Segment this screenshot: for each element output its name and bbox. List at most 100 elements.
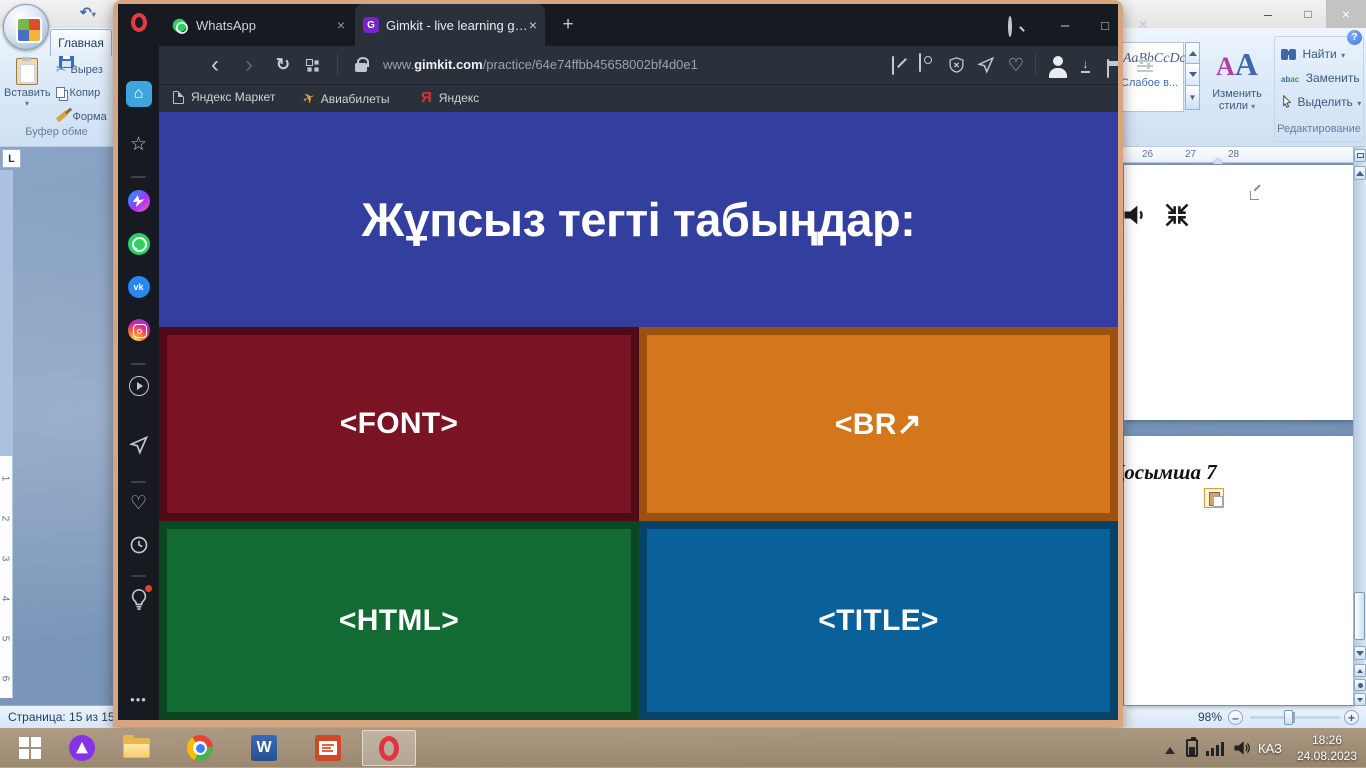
taskbar-word-button[interactable]: W <box>240 730 288 766</box>
search-icon <box>1008 16 1012 37</box>
sidebar-item-speed-dial[interactable]: ☆ <box>118 133 159 156</box>
sidebar-item-history[interactable] <box>118 535 159 555</box>
ruler-toggle-button[interactable] <box>1354 149 1366 162</box>
word-minimize-button[interactable]: – <box>1248 0 1288 28</box>
snapshot-button[interactable] <box>919 53 921 72</box>
search-tabs-button[interactable] <box>1008 16 1012 37</box>
zoom-level[interactable]: 98% <box>1198 710 1222 724</box>
tray-clock[interactable]: 18:26 24.08.2023 <box>1292 732 1362 764</box>
find-button[interactable]: Найти ▾ <box>1281 45 1345 63</box>
back-button[interactable]: ‹ <box>201 50 229 80</box>
whatsapp-tab-icon <box>172 18 188 34</box>
styles-more-button[interactable]: ▼ <box>1185 86 1200 110</box>
bookmark-yandex-market[interactable]: Яндекс Маркет <box>173 90 275 104</box>
downloads-button[interactable]: ↓ <box>1081 55 1090 73</box>
taskbar-chrome-button[interactable] <box>176 730 224 766</box>
styles-scroll-down-button[interactable] <box>1185 64 1200 86</box>
url-prefix: www. <box>383 57 415 72</box>
copy-button[interactable]: Копир <box>56 83 100 101</box>
page-indicator[interactable]: Страница: 15 из 15 <box>8 710 115 724</box>
new-tab-button[interactable]: + <box>555 12 581 38</box>
tab-whatsapp[interactable]: WhatsApp × <box>163 4 353 46</box>
adblock-button[interactable] <box>948 56 965 79</box>
answer-tile-title[interactable]: <TITLE> <box>639 521 1118 720</box>
opera-icon <box>379 735 399 761</box>
vruler-1: 1 <box>0 475 11 482</box>
copy-icon <box>56 87 65 98</box>
tray-hidden-icons-button[interactable] <box>1158 728 1182 768</box>
sidebar-item-messenger[interactable] <box>118 190 159 212</box>
sidebar-item-bookmarks[interactable]: ♡ <box>118 492 159 515</box>
document-page-2: Қосымша 7 <box>1110 436 1353 705</box>
styles-scroll-up-button[interactable] <box>1185 42 1200 64</box>
help-button[interactable]: ? <box>1347 30 1362 45</box>
format-painter-button[interactable]: Форма <box>55 107 107 125</box>
change-styles-label1: Изменить <box>1212 88 1262 100</box>
address-bar[interactable]: www.gimkit.com/practice/64e74ffbb4565800… <box>383 57 698 72</box>
tab-close-icon[interactable]: × <box>529 17 537 33</box>
tray-language[interactable]: КАЗ <box>1258 728 1282 768</box>
dialog-launcher-icon[interactable] <box>1250 191 1259 200</box>
tray-battery[interactable] <box>1186 737 1198 757</box>
heart-icon: ♡ <box>1007 54 1025 75</box>
tray-network[interactable] <box>1206 742 1226 756</box>
word-tab-home[interactable]: Главная <box>50 29 112 56</box>
answer-tile-html[interactable]: <HTML> <box>159 521 639 720</box>
battery-saver-button[interactable] <box>1107 59 1109 78</box>
change-styles-button[interactable]: АА Изменить стили ▾ <box>1204 46 1270 112</box>
taskbar-powerpoint-button[interactable] <box>304 730 352 766</box>
taskbar-alice-button[interactable] <box>58 730 106 766</box>
next-page-button[interactable] <box>1354 693 1366 706</box>
vertical-ruler: 1 2 3 4 5 6 <box>0 456 13 698</box>
sidebar-item-my-flow[interactable] <box>118 435 159 455</box>
window-close-button[interactable]: × <box>1125 4 1161 46</box>
zoom-slider-thumb[interactable] <box>1284 710 1293 725</box>
tray-volume[interactable] <box>1232 738 1252 763</box>
sidebar-item-instagram[interactable] <box>118 319 159 341</box>
forward-button[interactable]: › <box>235 50 263 80</box>
sidebar-item-whats-new[interactable] <box>118 585 159 616</box>
bookmark-yandex[interactable]: Я Яндекс <box>421 89 479 106</box>
sidebar-item-whatsapp[interactable] <box>118 233 159 255</box>
replace-button[interactable]: abac Заменить <box>1281 69 1360 87</box>
zoom-slider-track[interactable] <box>1250 716 1340 719</box>
indent-marker-icon[interactable] <box>1213 153 1223 164</box>
select-button[interactable]: Выделить ▾ <box>1281 93 1361 111</box>
bookmark-page-button[interactable]: ♡ <box>1004 52 1028 78</box>
editing-group-label: Редактирование <box>1277 123 1361 135</box>
chrome-icon <box>187 735 213 761</box>
my-flow-button[interactable] <box>977 56 995 79</box>
messenger-icon <box>127 190 150 212</box>
zoom-out-button[interactable]: – <box>1228 710 1243 725</box>
tab-stop-selector[interactable]: L <box>2 149 21 168</box>
word-restore-button[interactable]: □ <box>1288 0 1328 28</box>
reload-button[interactable]: ↻ <box>269 50 297 80</box>
previous-page-button[interactable] <box>1354 664 1366 677</box>
cut-button[interactable]: ✂ Вырез <box>56 60 103 78</box>
taskbar-opera-button[interactable] <box>362 730 416 766</box>
sidebar-item-vk[interactable]: vk <box>118 276 159 298</box>
window-minimize-button[interactable]: – <box>1047 4 1083 46</box>
paste-options-button[interactable] <box>1204 488 1224 508</box>
select-browse-object-button[interactable] <box>1354 679 1366 691</box>
undo-icon[interactable]: ↶▾ <box>80 4 96 21</box>
paste-button[interactable]: Вставить ▾ <box>4 57 51 108</box>
answer-tile-br[interactable]: <BR↗ <box>639 327 1118 521</box>
taskbar-explorer-button[interactable] <box>112 730 160 766</box>
scroll-up-button[interactable] <box>1354 166 1366 180</box>
scrollbar-thumb[interactable] <box>1354 592 1365 640</box>
window-maximize-button[interactable]: □ <box>1087 4 1123 46</box>
office-button[interactable] <box>3 4 49 50</box>
tab-close-icon[interactable]: × <box>337 17 345 33</box>
tab-gimkit-active[interactable]: G Gimkit - live learning game × <box>355 4 545 46</box>
bookmark-aviabilety[interactable]: ✈ Авиабилеты <box>300 88 390 107</box>
sidebar-item-start-page[interactable]: ⌂ <box>118 81 159 107</box>
easy-setup-pin-button[interactable] <box>892 56 894 75</box>
scroll-down-button[interactable] <box>1354 646 1366 660</box>
zoom-in-button[interactable]: + <box>1344 710 1359 725</box>
word-close-button[interactable]: × <box>1326 0 1366 28</box>
start-button[interactable] <box>6 730 54 766</box>
sidebar-item-player[interactable] <box>118 376 159 396</box>
sidebar-more-button[interactable]: ••• <box>118 692 159 707</box>
answer-tile-font[interactable]: <FONT> <box>159 327 639 521</box>
